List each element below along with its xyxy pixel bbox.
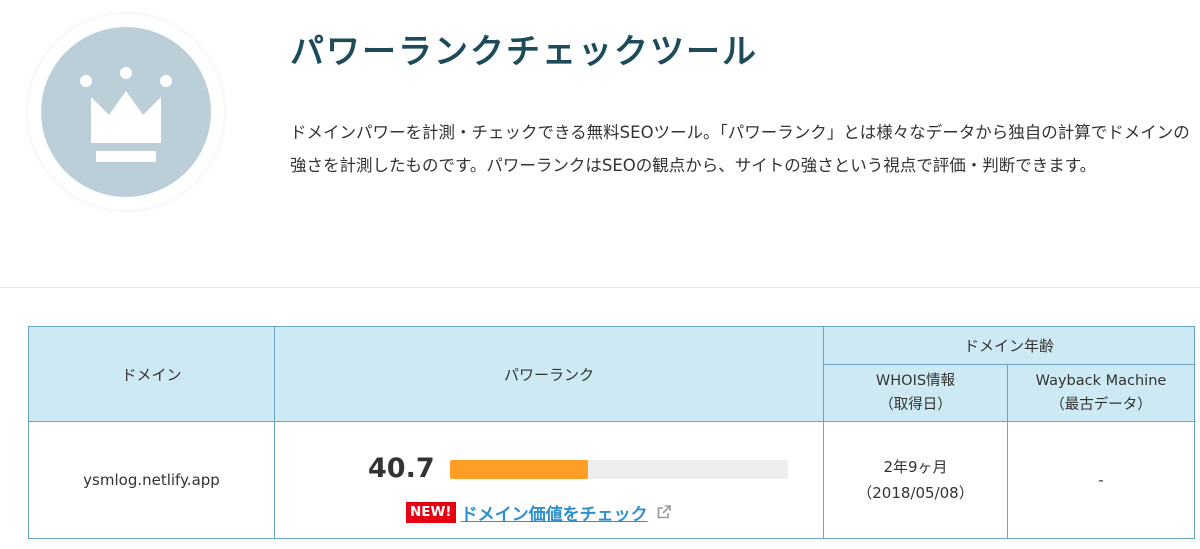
logo: [28, 14, 224, 210]
whois-cell: 2年9ヶ月 （2018/05/08）: [823, 421, 1008, 539]
hero-section: パワーランクチェックツール ドメインパワーを計測・チェックできる無料SEOツール…: [0, 0, 1200, 288]
power-rank-table: ドメイン パワーランク ドメイン年齢 WHOIS情報 （取得日） Wayback…: [28, 326, 1196, 539]
power-rank-score: 40.7: [368, 453, 435, 484]
domain-value-check-link[interactable]: ドメイン価値をチェック: [461, 500, 648, 525]
header-whois: WHOIS情報 （取得日）: [823, 364, 1008, 422]
external-link-icon[interactable]: [656, 504, 672, 520]
new-badge: NEW!: [406, 501, 456, 523]
table-row: ysmlog.netlify.app 40.7 NEW! ドメイン価値をチェック…: [28, 421, 1196, 539]
header-domain-age: ドメイン年齢: [822, 326, 1196, 365]
header-wayback-note: （最古データ）: [1050, 397, 1152, 413]
header-whois-title: WHOIS情報: [875, 373, 956, 389]
header-power-rank: パワーランク: [274, 326, 824, 422]
header-domain: ドメイン: [28, 326, 275, 422]
power-rank-bar: [450, 460, 788, 479]
wayback-cell: -: [1006, 421, 1196, 539]
divider: [0, 287, 1200, 288]
page-title: パワーランクチェックツール: [290, 32, 758, 72]
domain-cell: ysmlog.netlify.app: [28, 421, 275, 539]
header-whois-note: （取得日）: [879, 397, 952, 413]
power-rank-cell: 40.7 NEW! ドメイン価値をチェック: [274, 421, 824, 539]
whois-date: （2018/05/08）: [857, 484, 974, 502]
header-wayback-title: Wayback Machine: [1035, 373, 1167, 389]
whois-age: 2年9ヶ月: [883, 458, 948, 476]
domain-value-check: NEW! ドメイン価値をチェック: [406, 500, 672, 525]
power-rank-bar-fill: [450, 460, 588, 479]
logo-circle: [41, 27, 211, 197]
page-description: ドメインパワーを計測・チェックできる無料SEOツール。「パワーランク」とは様々な…: [290, 123, 1190, 175]
header-wayback: Wayback Machine （最古データ）: [1006, 364, 1196, 422]
crown-icon: [80, 67, 172, 162]
